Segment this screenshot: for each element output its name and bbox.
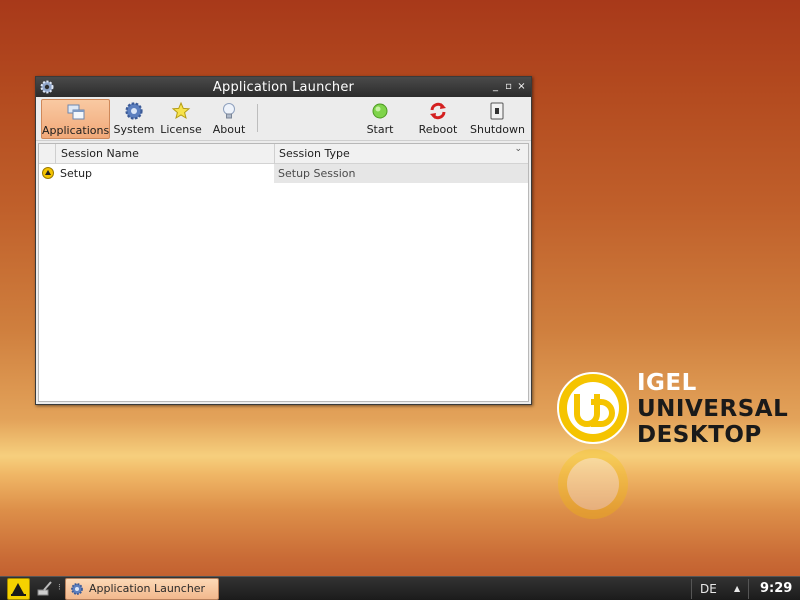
igel-logo-text: IGEL UNIVERSAL DESKTOP <box>637 370 788 448</box>
clock[interactable]: 9:29 <box>760 578 792 600</box>
chevron-up-icon[interactable]: ▲ <box>734 579 740 599</box>
logo-line-3: DESKTOP <box>637 422 762 448</box>
list-header: Session Name Session Type ⌄ <box>39 144 528 164</box>
close-button[interactable]: × <box>516 80 527 93</box>
minimize-button[interactable]: _ <box>490 80 501 93</box>
reboot-button[interactable]: Reboot <box>416 99 460 139</box>
window-titlebar[interactable]: Application Launcher _ ▫ × <box>36 77 531 97</box>
maximize-button[interactable]: ▫ <box>503 80 514 93</box>
start-button[interactable]: Start <box>360 99 400 139</box>
logo-line-1: IGEL <box>637 370 697 396</box>
igel-logo: IGEL UNIVERSAL DESKTOP <box>555 370 788 450</box>
column-session-type[interactable]: Session Type <box>274 144 528 164</box>
taskbar-item-application-launcher[interactable]: Application Launcher <box>65 578 219 600</box>
keyboard-layout-label: DE <box>700 582 717 596</box>
applications-button[interactable]: Applications <box>41 99 110 139</box>
session-list[interactable]: Session Name Session Type ⌄ Setup Setup … <box>38 143 529 402</box>
session-name-cell: Setup <box>60 167 93 180</box>
system-button[interactable]: System <box>112 99 156 139</box>
license-label: License <box>160 123 202 136</box>
shutdown-label: Shutdown <box>470 123 525 136</box>
gear-icon <box>125 102 143 120</box>
brush-icon[interactable] <box>36 580 54 598</box>
lightbulb-icon <box>223 103 235 119</box>
taskbar: ⁝ Application Launcher DE ▲ 9:29 <box>0 576 800 600</box>
igel-logo-mark <box>557 372 629 444</box>
shutdown-button[interactable]: Shutdown <box>470 99 525 139</box>
applications-label: Applications <box>42 124 110 137</box>
about-button[interactable]: About <box>207 99 251 139</box>
start-menu-button[interactable] <box>7 578 30 600</box>
application-launcher-window: Application Launcher _ ▫ × Applications … <box>35 76 532 405</box>
igel-logo-reflection-mark <box>558 449 628 519</box>
taskbar-item-label: Application Launcher <box>89 582 206 595</box>
power-switch-icon <box>490 102 504 120</box>
applications-icon <box>67 104 84 120</box>
logo-reflection <box>555 449 785 522</box>
chevron-down-icon[interactable]: ⌄ <box>514 144 522 154</box>
column-session-name[interactable]: Session Name <box>55 144 273 164</box>
refresh-icon <box>430 102 446 120</box>
license-button[interactable]: License <box>159 99 203 139</box>
table-row[interactable]: Setup Setup Session <box>39 164 528 183</box>
keyboard-layout-indicator[interactable]: DE ▲ <box>691 579 749 599</box>
logo-line-2: UNIVERSAL <box>637 396 789 422</box>
gear-icon[interactable] <box>39 79 55 95</box>
column-session-type-label: Session Type <box>279 147 350 160</box>
about-label: About <box>212 123 246 136</box>
setup-icon <box>42 167 54 179</box>
reboot-label: Reboot <box>418 123 458 136</box>
toolbar: Applications System License About Start … <box>36 97 531 141</box>
toolbar-separator <box>257 104 258 132</box>
start-label: Start <box>366 123 394 136</box>
session-type-cell: Setup Session <box>274 164 528 183</box>
gear-icon <box>71 583 83 595</box>
igel-start-icon <box>11 583 26 596</box>
star-icon <box>171 101 191 120</box>
green-circle-icon <box>372 103 388 119</box>
system-label: System <box>113 123 155 136</box>
taskbar-separator: ⁝ <box>58 583 61 593</box>
window-title: Application Launcher <box>212 79 355 95</box>
